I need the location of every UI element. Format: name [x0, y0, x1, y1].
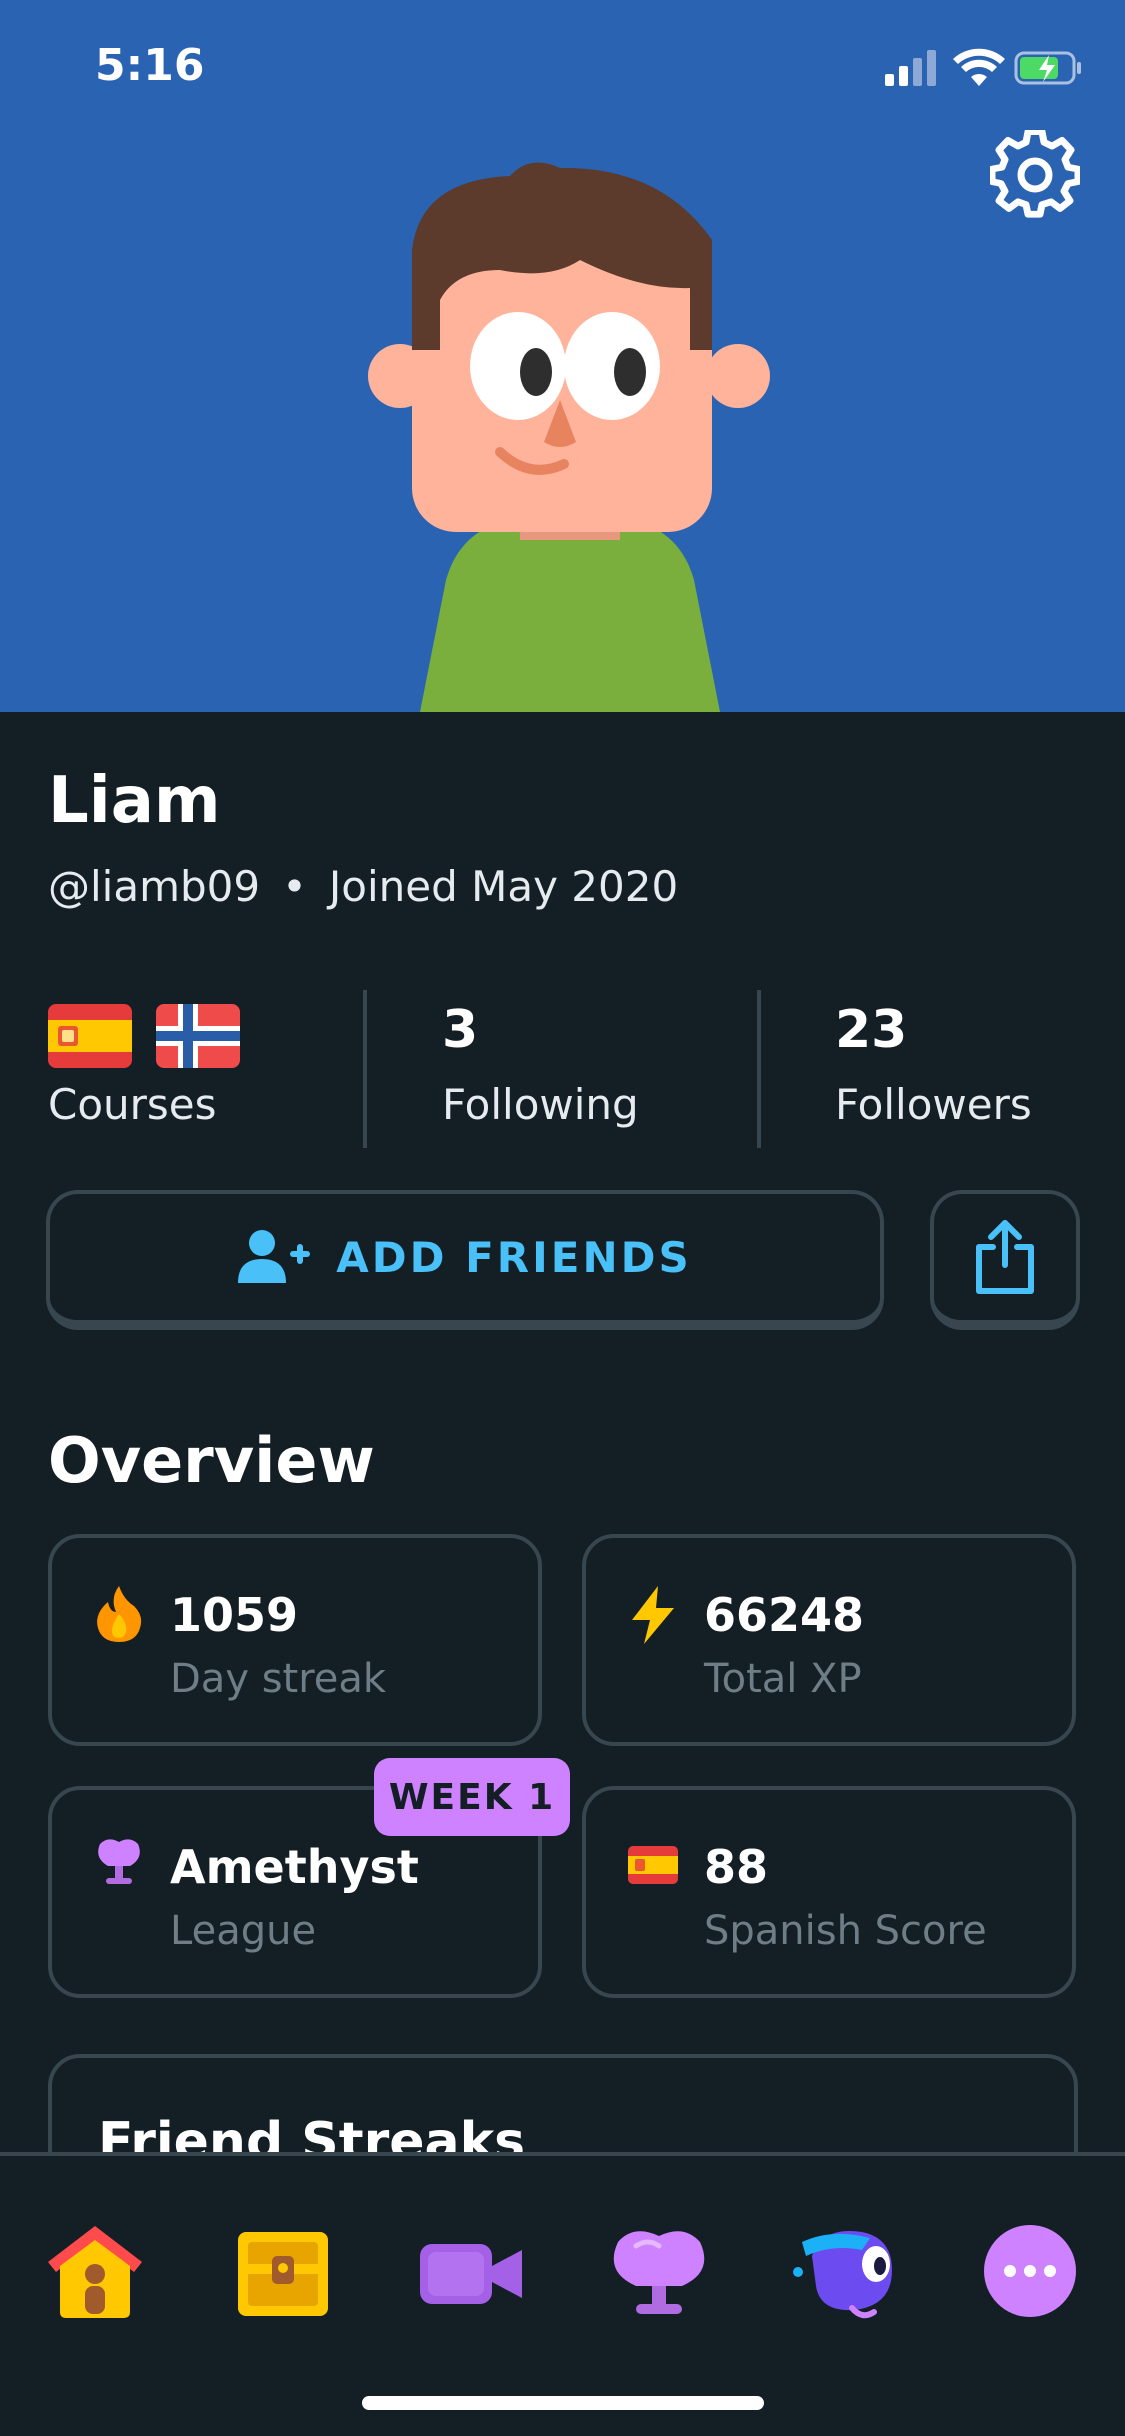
more-icon[interactable] [980, 2216, 1090, 2326]
home-indicator [362, 2396, 764, 2410]
joined-date: Joined May 2020 [328, 862, 679, 911]
profile-header: 5:16 [0, 0, 1125, 712]
treasure-chest-icon[interactable] [228, 2216, 338, 2326]
courses-stat[interactable]: Courses [48, 990, 248, 1150]
add-friends-button[interactable]: ADD FRIENDS [46, 1190, 884, 1330]
meta-separator: • [282, 862, 307, 911]
courses-label: Courses [48, 1080, 217, 1129]
home-icon[interactable] [40, 2216, 150, 2326]
xp-value: 66248 [704, 1588, 865, 1642]
spain-flag-icon [628, 1846, 678, 1888]
xp-card[interactable]: 66248 Total XP [582, 1534, 1076, 1746]
streak-value: 1059 [170, 1588, 299, 1642]
league-value: Amethyst [170, 1840, 419, 1894]
following-label: Following [442, 1080, 639, 1129]
user-meta: @liamb09 • Joined May 2020 [48, 862, 678, 911]
username: @liamb09 [48, 862, 261, 911]
followers-stat[interactable]: 23 Followers [835, 990, 1075, 1150]
score-label: Spanish Score [704, 1908, 987, 1954]
overview-title: Overview [48, 1424, 375, 1497]
followers-label: Followers [835, 1080, 1032, 1129]
user-name: Liam [48, 764, 221, 838]
fire-icon [94, 1584, 144, 1648]
add-friends-label: ADD FRIENDS [336, 1232, 692, 1282]
settings-gear-icon[interactable] [988, 128, 1082, 220]
following-stat[interactable]: 3 Following [442, 990, 642, 1150]
stats-divider [757, 990, 761, 1148]
wifi-icon [953, 48, 1005, 86]
status-icons [885, 48, 1085, 88]
signal-icon [885, 50, 936, 86]
video-call-icon[interactable] [416, 2216, 526, 2326]
followers-count: 23 [835, 1000, 908, 1060]
battery-icon [1014, 51, 1081, 85]
norway-flag-icon [156, 1004, 240, 1068]
xp-label: Total XP [704, 1656, 862, 1702]
add-user-icon [238, 1230, 311, 1283]
avatar [360, 160, 780, 712]
duo-bird-icon[interactable] [792, 2216, 902, 2326]
stats-divider [363, 990, 367, 1148]
language-score-card[interactable]: 88 Spanish Score [582, 1786, 1076, 1998]
lightning-icon [628, 1584, 678, 1650]
league-label: League [170, 1908, 317, 1954]
share-button[interactable] [930, 1190, 1080, 1330]
score-value: 88 [704, 1840, 769, 1894]
profile-stats: Courses 3 Following 23 Followers [0, 990, 1125, 1150]
streak-card[interactable]: 1059 Day streak [48, 1534, 542, 1746]
spain-flag-icon [48, 1004, 132, 1068]
amethyst-trophy-icon [94, 1836, 144, 1892]
streak-label: Day streak [170, 1656, 387, 1702]
tab-bar [0, 2152, 1125, 2436]
league-icon[interactable] [604, 2216, 714, 2326]
following-count: 3 [442, 1000, 479, 1060]
week-badge: WEEK 1 [374, 1758, 570, 1836]
share-icon [976, 1220, 1034, 1294]
status-time: 5:16 [95, 40, 205, 91]
